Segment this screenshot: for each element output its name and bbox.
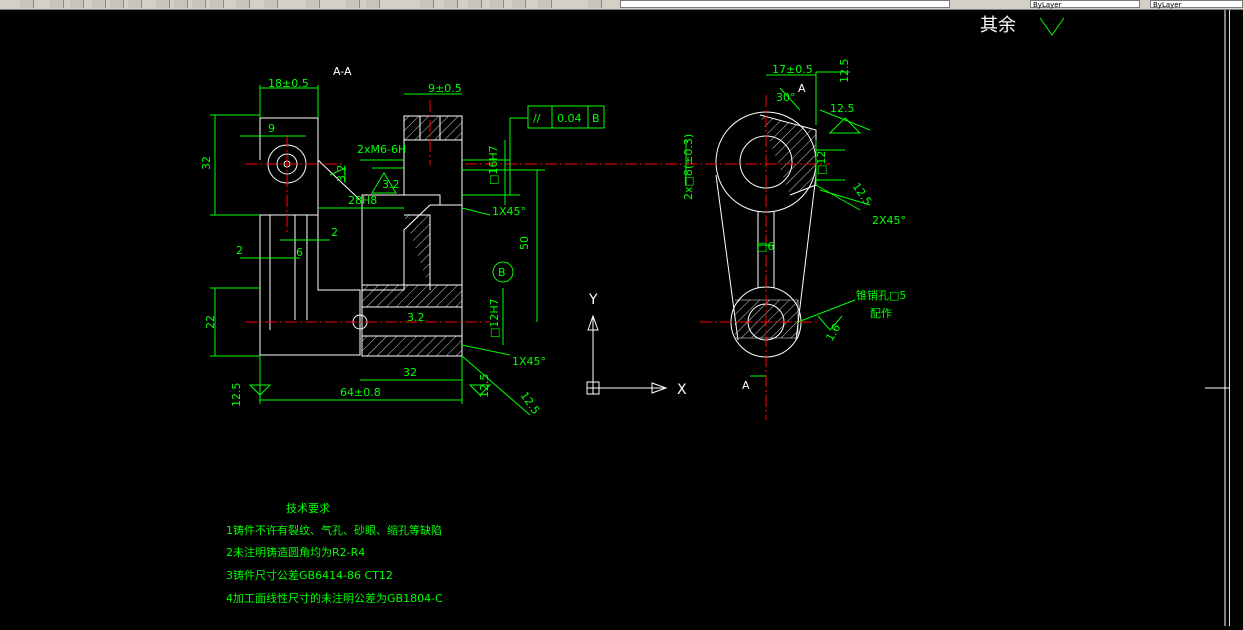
pan-icon[interactable]: [192, 0, 206, 8]
notes-line-3: 3铸件尺寸公差GB6414-86 CT12: [226, 568, 393, 582]
left-view-geometry: [259, 117, 368, 356]
table-style-icon[interactable]: [490, 0, 504, 8]
vertical-scrollbar[interactable]: [1229, 10, 1243, 626]
dim-3-2b: 3.2: [382, 178, 400, 191]
linetype-dropdown[interactable]: ByLayer: [1030, 0, 1140, 9]
dim-64: 64±0.8: [340, 386, 381, 399]
dim-6b: □6: [757, 240, 774, 253]
dim-2a: 2: [236, 244, 243, 257]
dim-30deg: 30°: [776, 91, 796, 104]
dim-2x8: 2x□8(±0.3): [682, 134, 695, 200]
layer-dropdown[interactable]: [620, 0, 950, 8]
zoom-realtime-icon[interactable]: [210, 0, 224, 8]
properties-icon[interactable]: [306, 0, 320, 8]
note-pin-hole: 锥销孔□5: [856, 288, 906, 302]
notes-line-4: 4加工面线性尺寸的未注明公差为GB1804-C: [226, 591, 443, 605]
notes-line-2: 2未注明铸造圆角均为R2-R4: [226, 545, 365, 559]
markup-icon[interactable]: [420, 0, 434, 8]
layer-icon[interactable]: [512, 0, 526, 8]
text-style-icon[interactable]: [444, 0, 458, 8]
dim-12: □12: [815, 151, 828, 175]
dim-12-5b: 12.5: [478, 374, 491, 399]
print-icon[interactable]: [50, 0, 64, 8]
paste-icon[interactable]: [128, 0, 142, 8]
copy-icon[interactable]: [110, 0, 124, 8]
help-icon[interactable]: [538, 0, 552, 8]
dim-16H7: □16H7: [487, 145, 500, 185]
ucs-x-label: X: [677, 382, 687, 398]
cut-icon[interactable]: [92, 0, 106, 8]
dim-32-vertical: 32: [200, 156, 213, 170]
lineweight-dropdown[interactable]: ByLayer: [1150, 0, 1243, 9]
dim-style-icon[interactable]: [468, 0, 482, 8]
dimension-text: 18±0.5 9 32 9±0.5 // 0.04 B 2xM6-6H □16H…: [200, 59, 906, 417]
tool-palette-icon[interactable]: [366, 0, 380, 8]
drawing-canvas[interactable]: 18±0.5 9 32 9±0.5 // 0.04 B 2xM6-6H □16H…: [0, 10, 1243, 626]
layer-state-icon[interactable]: [588, 0, 602, 8]
ucs-icon: Y X: [586, 292, 687, 398]
dim-18: 18±0.5: [268, 77, 309, 90]
dim-50: 50: [518, 236, 531, 250]
dim-1x45b: 1X45°: [512, 355, 546, 368]
crosshair-cursor: [1205, 10, 1243, 626]
toolbar: ByLayer ByLayer: [0, 0, 1243, 10]
dim-2b: 2: [331, 226, 338, 239]
tol-symbol: //: [533, 112, 541, 125]
dim-12-5f: 12.5: [850, 180, 875, 208]
dim-3-2a: 3.2: [335, 165, 348, 183]
notes-title: 技术要求: [286, 502, 330, 515]
ucs-y-label: Y: [588, 292, 598, 308]
section-label: A-A: [333, 65, 352, 78]
datum-b: B: [498, 266, 506, 279]
dim-32-horizontal: 32: [403, 366, 417, 379]
redo-icon[interactable]: [174, 0, 188, 8]
dim-2x45: 2X45°: [872, 214, 906, 227]
dim-22: 22: [204, 315, 217, 329]
white-labels: A-A A A 其余: [333, 15, 1016, 392]
tol-value: 0.04: [557, 112, 582, 125]
zoom-previous-icon[interactable]: [264, 0, 278, 8]
dim-6: 6: [296, 246, 303, 259]
save-icon[interactable]: [20, 0, 34, 8]
tol-datum: B: [592, 112, 600, 125]
dim-2xM6: 2xM6-6H: [357, 143, 406, 156]
dim-9: 9: [268, 122, 275, 135]
roughness-symbol-icon: [1039, 17, 1065, 36]
dim-28H8: 28H8: [348, 194, 377, 207]
dim-12H7: □12H7: [488, 298, 501, 338]
dim-9-tol: 9±0.5: [428, 82, 462, 95]
dim-1x45a: 1X45°: [492, 205, 526, 218]
section-arrow-label-top: A: [798, 82, 806, 95]
design-center-icon[interactable]: [346, 0, 360, 8]
note-fit-on-assembly: 配作: [870, 307, 892, 320]
preview-icon[interactable]: [70, 0, 84, 8]
zoom-window-icon[interactable]: [236, 0, 250, 8]
dim-17: 17±0.5: [772, 63, 813, 76]
dim-12-5d: 12.5: [838, 59, 851, 84]
technical-notes: 技术要求 1铸件不许有裂纹、气孔、砂眼、缩孔等缺陷 2未注明铸造圆角均为R2-R…: [226, 502, 443, 605]
dim-3-2c: 3.2: [407, 311, 425, 324]
notes-line-1: 1铸件不许有裂纹、气孔、砂眼、缩孔等缺陷: [226, 523, 442, 537]
section-arrow-label-bottom: A: [742, 379, 750, 392]
dim-12-5c: 12.5: [518, 389, 543, 417]
dim-12-5a: 12.5: [230, 383, 243, 408]
undo-icon[interactable]: [156, 0, 170, 8]
dim-12-5e: 12.5: [830, 102, 855, 115]
surface-remainder-label: 其余: [980, 15, 1016, 36]
